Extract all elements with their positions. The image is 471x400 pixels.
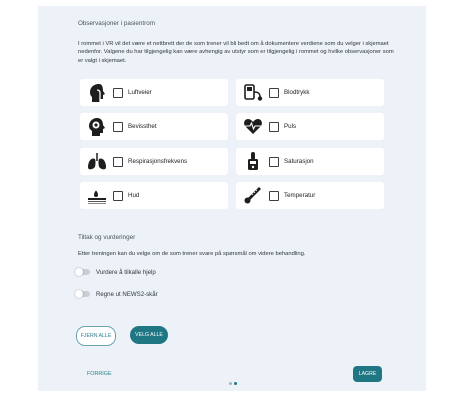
pulse-oximeter-icon bbox=[248, 152, 258, 170]
form-panel: Observasjoner i pasientrom I rommet i VR… bbox=[38, 6, 426, 391]
observation-card-luftveier[interactable]: Luftveier bbox=[80, 79, 228, 106]
observation-card-temperatur[interactable]: Temperatur bbox=[236, 182, 384, 209]
label-bevissthet: Bevissthet bbox=[128, 123, 157, 130]
checkbox-bevissthet[interactable] bbox=[113, 122, 123, 132]
consciousness-head-icon bbox=[89, 118, 105, 136]
label-hud: Hud bbox=[128, 192, 140, 199]
checkbox-hud[interactable] bbox=[113, 191, 123, 201]
checkbox-temperatur[interactable] bbox=[269, 191, 279, 201]
page-dot-1[interactable] bbox=[229, 382, 232, 385]
toggle-news2[interactable] bbox=[75, 290, 90, 298]
actions-title: Tiltak og vurderinger bbox=[78, 234, 136, 241]
toggle-knob bbox=[75, 290, 83, 298]
pagination-dots bbox=[229, 372, 239, 390]
checkbox-blodtrykk[interactable] bbox=[269, 88, 279, 98]
observation-card-saturasjon[interactable]: Saturasjon bbox=[236, 148, 384, 175]
checkbox-puls[interactable] bbox=[269, 122, 279, 132]
remove-all-button[interactable]: FJERN ALLE bbox=[76, 326, 116, 346]
checkbox-luftveier[interactable] bbox=[113, 88, 123, 98]
observation-card-respirasjonsfrekvens[interactable]: Respirasjonsfrekvens bbox=[80, 148, 228, 175]
skin-icon bbox=[88, 190, 106, 204]
previous-button[interactable]: FORRIGE bbox=[87, 371, 112, 377]
label-luftveier: Luftveier bbox=[128, 89, 152, 96]
label-saturasjon: Saturasjon bbox=[284, 158, 314, 165]
observation-card-puls[interactable]: Puls bbox=[236, 113, 384, 140]
observation-card-blodtrykk[interactable]: Blodtrykk bbox=[236, 79, 384, 106]
select-all-button[interactable]: VELG ALLE bbox=[130, 326, 168, 344]
airway-icon bbox=[90, 84, 105, 102]
label-puls: Puls bbox=[284, 123, 297, 130]
observations-intro: I rommet i VR vil det være et nettbrett … bbox=[78, 41, 394, 64]
toggle-label-call-help: Vurdere å tilkalle hjelp bbox=[96, 269, 156, 276]
label-temperatur: Temperatur bbox=[284, 192, 316, 199]
checkbox-respirasjonsfrekvens[interactable] bbox=[113, 157, 123, 167]
checkbox-saturasjon[interactable] bbox=[269, 157, 279, 167]
blood-pressure-icon bbox=[244, 84, 263, 101]
toggle-call-help[interactable] bbox=[75, 268, 90, 276]
thermometer-icon bbox=[244, 187, 261, 204]
label-blodtrykk: Blodtrykk bbox=[284, 89, 310, 96]
observations-title: Observasjoner i pasientrom bbox=[78, 20, 155, 27]
toggle-label-news2: Regne ut NEWS2-skår bbox=[96, 291, 158, 298]
actions-intro: Etter treningen kan du velge om de som t… bbox=[78, 251, 306, 257]
page-dot-2-active[interactable] bbox=[234, 382, 237, 385]
heart-pulse-icon bbox=[244, 119, 262, 134]
observation-card-bevissthet[interactable]: Bevissthet bbox=[80, 113, 228, 140]
observation-card-hud[interactable]: Hud bbox=[80, 182, 228, 209]
lungs-icon bbox=[88, 153, 106, 170]
toggle-knob bbox=[75, 268, 83, 276]
label-respirasjonsfrekvens: Respirasjonsfrekvens bbox=[128, 158, 188, 165]
save-button[interactable]: LAGRE bbox=[353, 366, 382, 382]
